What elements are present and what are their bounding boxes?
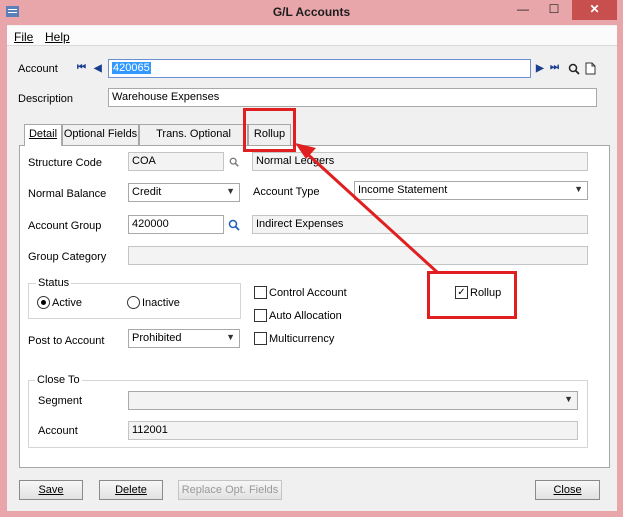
normal-balance-select[interactable]: Credit ▼ <box>128 183 240 202</box>
first-record-icon[interactable]: ⏮ <box>77 62 86 73</box>
next-record-icon[interactable]: ▶ <box>536 63 544 74</box>
close-to-label: Close To <box>35 374 82 386</box>
description-label: Description <box>18 93 74 105</box>
segment-label: Segment <box>38 395 83 407</box>
chevron-down-icon: ▼ <box>226 186 235 196</box>
account-type-label: Account Type <box>253 186 320 198</box>
structure-code-label: Structure Code <box>28 157 102 169</box>
chevron-down-icon: ▼ <box>574 184 583 194</box>
account-group-input[interactable]: 420000 <box>128 215 224 234</box>
tab-optional-fields[interactable]: Optional Fields <box>62 124 139 145</box>
account-value: 420065 <box>112 62 151 74</box>
account-type-select[interactable]: Income Statement ▼ <box>354 181 588 200</box>
menu-bar <box>7 26 617 46</box>
auto-allocation-checkbox[interactable] <box>254 309 267 322</box>
status-active-radio[interactable] <box>37 296 50 309</box>
account-input[interactable]: 420065 <box>108 59 531 78</box>
save-button[interactable]: Save <box>19 480 83 500</box>
last-record-icon[interactable]: ⏭ <box>550 62 559 73</box>
status-active-label: Active <box>52 297 82 309</box>
delete-button[interactable]: Delete <box>99 480 163 500</box>
account-group-search-icon[interactable] <box>228 219 240 231</box>
new-record-icon[interactable] <box>585 62 596 75</box>
menu-help[interactable]: Help <box>45 30 70 44</box>
control-account-checkbox[interactable] <box>254 286 267 299</box>
close-window-button[interactable]: ✕ <box>572 0 617 20</box>
account-type-value: Income Statement <box>358 184 448 196</box>
chevron-down-icon: ▼ <box>564 394 573 404</box>
maximize-button[interactable]: ☐ <box>541 0 567 20</box>
account-group-label: Account Group <box>28 220 102 232</box>
post-to-account-select[interactable]: Prohibited ▼ <box>128 329 240 348</box>
menu-file[interactable]: File <box>14 30 33 44</box>
segment-select[interactable]: ▼ <box>128 391 578 410</box>
group-category-label: Group Category <box>28 251 107 263</box>
structure-code-search-icon[interactable] <box>229 157 239 167</box>
multicurrency-checkbox[interactable] <box>254 332 267 345</box>
chevron-down-icon: ▼ <box>226 332 235 342</box>
tab-detail[interactable]: Detail <box>24 124 62 146</box>
replace-opt-fields-button: Replace Opt. Fields <box>178 480 282 500</box>
previous-record-icon[interactable]: ◀ <box>94 63 102 74</box>
rollup-tab-highlight <box>243 108 296 152</box>
normal-balance-value: Credit <box>132 186 162 198</box>
status-inactive-radio[interactable] <box>127 296 140 309</box>
close-to-account-label: Account <box>38 425 78 437</box>
status-inactive-label: Inactive <box>142 297 180 309</box>
minimize-button[interactable]: — <box>510 0 536 20</box>
close-button[interactable]: Close <box>535 480 600 500</box>
account-label: Account <box>18 63 58 75</box>
search-icon[interactable] <box>568 63 580 75</box>
structure-code-input[interactable]: COA <box>128 152 224 171</box>
rollup-checkbox-highlight <box>427 271 517 319</box>
structure-code-description: Normal Ledgers <box>252 152 588 171</box>
post-to-account-label: Post to Account <box>28 335 105 347</box>
description-input[interactable]: Warehouse Expenses <box>108 88 597 107</box>
close-to-account-input[interactable]: 112001 <box>128 421 578 440</box>
status-label: Status <box>36 277 72 289</box>
auto-allocation-label: Auto Allocation <box>269 310 342 322</box>
multicurrency-label: Multicurrency <box>269 333 335 345</box>
normal-balance-label: Normal Balance <box>28 188 107 200</box>
group-category-input <box>128 246 588 265</box>
tab-trans-optional-fields[interactable]: Trans. Optional Fields <box>139 124 248 159</box>
account-group-description: Indirect Expenses <box>252 215 588 234</box>
control-account-label: Control Account <box>269 287 347 299</box>
post-to-account-value: Prohibited <box>132 332 182 344</box>
